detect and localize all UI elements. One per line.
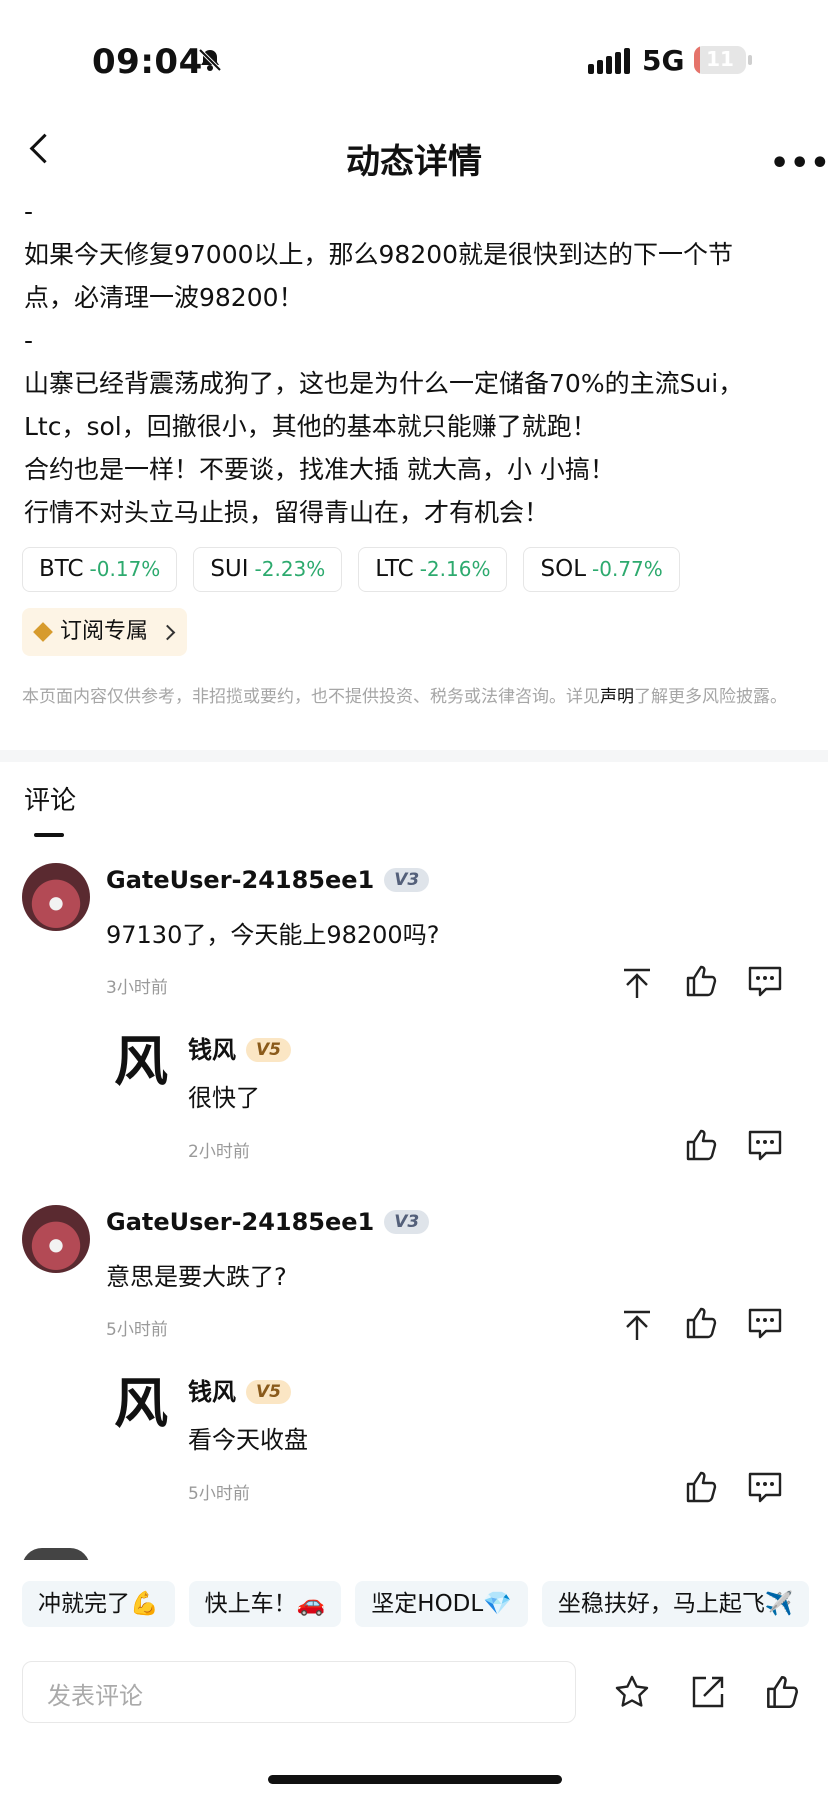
- subscribe-label: 订阅专属: [60, 619, 149, 644]
- more-icon[interactable]: •••: [770, 146, 828, 181]
- quick-reply-row: 冲就完了💪 快上车！🚗 坚定HODL💎 坐稳扶好，马上起飞✈️: [22, 1581, 810, 1627]
- comment-bubble-icon[interactable]: [746, 1468, 784, 1506]
- comment-author[interactable]: GateUser-24185ee1 V3: [106, 866, 430, 894]
- thumb-up-icon[interactable]: [682, 962, 720, 1000]
- thumb-up-icon[interactable]: [682, 1468, 720, 1506]
- bell-slash-icon: [196, 46, 224, 81]
- battery-level: 11: [706, 47, 734, 71]
- comments-title: 评论: [24, 786, 77, 816]
- comment-bubble-icon[interactable]: [746, 1304, 784, 1342]
- page-title: 动态详情: [346, 142, 482, 182]
- subscribe-button[interactable]: 订阅专属: [22, 608, 188, 656]
- reply-time: 2小时前: [188, 1142, 250, 1162]
- thumb-up-icon[interactable]: [682, 1304, 720, 1342]
- disclaimer-text: 本页面内容仅供参考，非招揽或要约，也不提供投资、税务或法律咨询。详见: [22, 687, 600, 707]
- ticker-ltc[interactable]: LTC -2.16%: [358, 547, 508, 592]
- battery-tip: [748, 55, 752, 65]
- reply-text: 看今天收盘: [188, 1426, 308, 1454]
- avatar[interactable]: [22, 863, 90, 931]
- comment-author[interactable]: GateUser-24185ee1 V3: [106, 1208, 430, 1236]
- avatar[interactable]: 风: [106, 1026, 176, 1096]
- signal-icon: [588, 48, 630, 74]
- comment-input-placeholder: 发表评论: [47, 1682, 143, 1710]
- diamond-icon: [33, 622, 53, 642]
- post-line: 点，必清理一波98200！: [24, 283, 304, 312]
- share-icon[interactable]: [688, 1672, 728, 1712]
- thumb-up-icon[interactable]: [762, 1672, 802, 1712]
- ticker-symbol: BTC: [39, 556, 84, 582]
- ticker-sui[interactable]: SUI -2.23%: [193, 547, 343, 592]
- post-line: -: [24, 197, 34, 226]
- level-badge: V3: [384, 868, 430, 892]
- disclaimer-link[interactable]: 声明: [600, 687, 634, 707]
- level-badge: V3: [384, 1210, 430, 1234]
- chevron-right-icon: [159, 624, 176, 640]
- comment-bubble-icon[interactable]: [746, 1126, 784, 1164]
- ticker-btc[interactable]: BTC -0.17%: [22, 547, 178, 592]
- post-line: Ltc，sol，回撤很小，其他的基本就只能赚了就跑！: [24, 412, 597, 441]
- pin-top-icon[interactable]: [618, 1306, 656, 1344]
- ticker-change: -2.23%: [254, 557, 326, 581]
- disclaimer-text-end: 了解更多风险披露。: [634, 687, 787, 707]
- avatar[interactable]: [22, 1205, 90, 1273]
- comment-input[interactable]: 发表评论: [22, 1661, 576, 1723]
- username: 钱风: [188, 1036, 236, 1064]
- battery-icon: 11: [694, 46, 746, 74]
- ticker-symbol: SUI: [210, 556, 249, 582]
- star-icon[interactable]: [612, 1672, 652, 1712]
- home-indicator[interactable]: [268, 1775, 562, 1784]
- post-line: 行情不对头立马止损，留得青山在，才有机会！: [24, 498, 550, 527]
- ticker-row: BTC -0.17% SUI -2.23% LTC -2.16% SOL -0.77%: [22, 547, 680, 592]
- ticker-change: -2.16%: [419, 557, 491, 581]
- quick-reply-chip[interactable]: 坚定HODL💎: [355, 1581, 528, 1627]
- post-body: - 如果今天修复97000以上，那么98200就是很快到达的下一个节 点，必清理…: [24, 190, 784, 534]
- username: 钱风: [188, 1378, 236, 1406]
- ticker-sol[interactable]: SOL -0.77%: [523, 547, 680, 592]
- section-divider: [0, 750, 828, 762]
- post-line: -: [24, 326, 34, 355]
- post-line: 如果今天修复97000以上，那么98200就是很快到达的下一个节: [24, 240, 734, 269]
- quick-reply-chip[interactable]: 坐稳扶好，马上起飞✈️: [541, 1581, 810, 1627]
- level-badge: V5: [246, 1380, 291, 1404]
- level-badge: V5: [246, 1038, 291, 1062]
- username: GateUser-24185ee1: [106, 1208, 375, 1236]
- thumb-up-icon[interactable]: [682, 1126, 720, 1164]
- disclaimer: 本页面内容仅供参考，非招揽或要约，也不提供投资、税务或法律咨询。详见声明了解更多…: [22, 686, 802, 709]
- ticker-change: -0.17%: [89, 557, 161, 581]
- pin-top-icon[interactable]: [618, 964, 656, 1002]
- reply-text: 很快了: [188, 1084, 260, 1112]
- comment-time: 3小时前: [106, 978, 168, 998]
- quick-reply-chip[interactable]: 快上车！🚗: [188, 1581, 342, 1627]
- reply-author[interactable]: 钱风 V5: [188, 1372, 291, 1407]
- tab-underline: [34, 833, 64, 837]
- post-line: 合约也是一样！不要谈，找准大插 就大高，小 小搞！: [24, 455, 615, 484]
- reply-author[interactable]: 钱风 V5: [188, 1030, 291, 1065]
- comment-bubble-icon[interactable]: [746, 962, 784, 1000]
- comment-text: 97130了，今天能上98200吗?: [106, 921, 440, 949]
- post-line: 山寨已经背震荡成狗了，这也是为什么一定储备70%的主流Sui，: [24, 369, 744, 398]
- ticker-change: -0.77%: [592, 557, 663, 581]
- avatar[interactable]: 风: [106, 1368, 176, 1438]
- ticker-symbol: LTC: [375, 556, 414, 582]
- network-type: 5G: [642, 44, 685, 77]
- reply-time: 5小时前: [188, 1484, 250, 1504]
- username: GateUser-24185ee1: [106, 866, 375, 894]
- comment-time: 5小时前: [106, 1320, 168, 1340]
- quick-reply-chip[interactable]: 冲就完了💪: [22, 1581, 175, 1627]
- comment-text: 意思是要大跌了?: [106, 1263, 287, 1291]
- ticker-symbol: SOL: [540, 556, 587, 582]
- status-time: 09:04: [92, 42, 203, 82]
